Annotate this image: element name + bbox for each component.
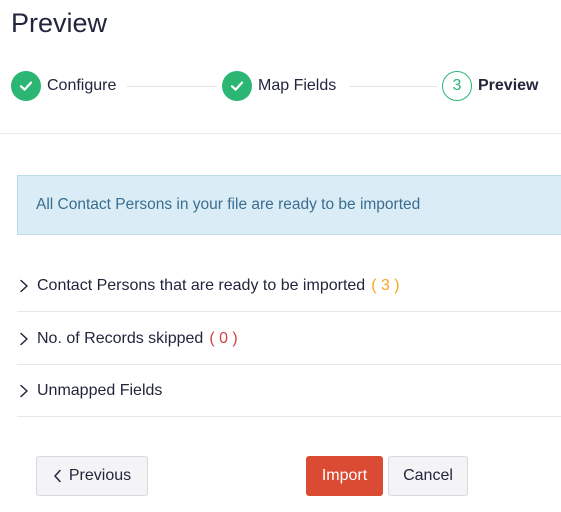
- section-label: No. of Records skipped: [37, 329, 204, 347]
- header-divider: [0, 133, 561, 134]
- ready-count-badge: ( 3 ): [371, 276, 400, 294]
- import-stepper: Configure Map Fields 3 Preview: [0, 70, 561, 104]
- info-alert: All Contact Persons in your file are rea…: [17, 175, 561, 235]
- check-icon: [222, 71, 252, 101]
- chevron-right-icon: [17, 332, 31, 346]
- import-button[interactable]: Import: [306, 456, 383, 496]
- step-connector: [127, 86, 217, 87]
- step-connector: [349, 86, 437, 87]
- chevron-right-icon: [17, 279, 31, 293]
- section-skipped-records[interactable]: No. of Records skipped ( 0 ): [17, 313, 561, 365]
- section-unmapped-fields[interactable]: Unmapped Fields: [17, 365, 561, 417]
- chevron-left-icon: [53, 469, 62, 483]
- step-number-badge: 3: [442, 71, 472, 101]
- section-label: Unmapped Fields: [37, 381, 163, 399]
- skipped-count-badge: ( 0 ): [209, 329, 238, 347]
- previous-button-label: Previous: [68, 467, 132, 484]
- alert-message: All Contact Persons in your file are rea…: [36, 196, 421, 213]
- previous-button[interactable]: Previous: [36, 456, 148, 496]
- step-label-configure: Configure: [47, 77, 117, 94]
- chevron-right-icon: [17, 384, 31, 398]
- section-label: Contact Persons that are ready to be imp…: [37, 276, 366, 294]
- step-label-map-fields: Map Fields: [258, 77, 337, 94]
- step-preview: 3 Preview: [442, 70, 538, 102]
- step-label-preview: Preview: [478, 77, 539, 94]
- check-icon: [11, 71, 41, 101]
- step-configure: Configure: [11, 70, 116, 102]
- step-map-fields: Map Fields: [222, 70, 336, 102]
- section-ready-records[interactable]: Contact Persons that are ready to be imp…: [17, 260, 561, 312]
- page-title: Preview: [11, 8, 108, 38]
- cancel-button[interactable]: Cancel: [388, 456, 468, 496]
